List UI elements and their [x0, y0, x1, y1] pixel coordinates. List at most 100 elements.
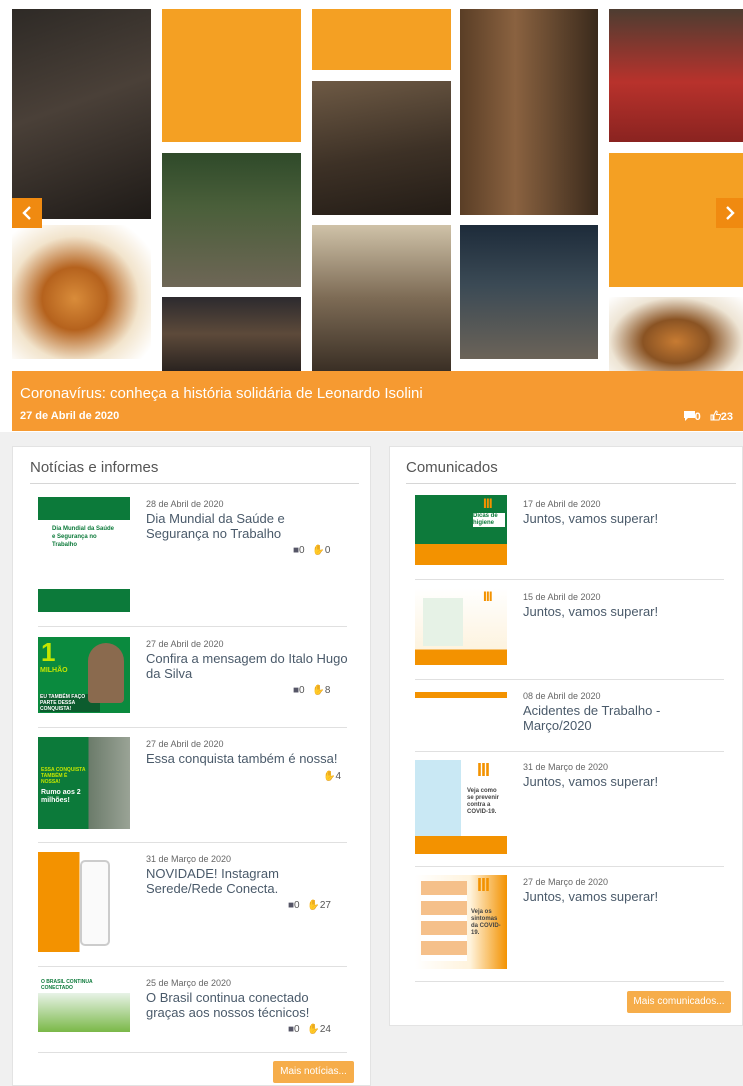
announcement-date: 08 de Abril de 2020 — [523, 691, 601, 701]
person-figure — [88, 643, 124, 703]
carousel-next-button[interactable] — [716, 198, 743, 228]
hero-photo — [312, 225, 451, 371]
hero-photo — [12, 225, 151, 359]
brand-bars: III — [483, 588, 493, 604]
thumbnail-text: Rumo aos 2 milhões! — [41, 789, 81, 804]
thumbnail-text: ESSA CONQUISTA TAMBÉM É NOSSA! — [41, 767, 86, 785]
thumbs-up-icon: ✋ — [307, 1024, 320, 1035]
hero-tile — [312, 9, 451, 70]
news-panel-title: Notícias e informes — [30, 459, 159, 476]
announcement-date: 31 de Março de 2020 — [523, 762, 609, 772]
news-title[interactable]: Confira a mensagem do Italo Hugo da Silv… — [146, 651, 351, 681]
news-title[interactable]: Dia Mundial da Saúde e Segurança no Trab… — [146, 511, 346, 541]
illustration — [423, 598, 463, 646]
hero-photo — [162, 153, 301, 287]
news-thumbnail[interactable]: 1 MILHÃO EU TAMBÉM FAÇO PARTE DESSA CONQ… — [38, 637, 130, 713]
divider — [38, 727, 347, 728]
hero-date: 27 de Abril de 2020 — [20, 410, 120, 422]
thumbs-up-icon: ✋ — [312, 685, 325, 696]
brand-bars: III — [483, 495, 493, 511]
announcement-date: 27 de Março de 2020 — [523, 877, 609, 887]
divider — [415, 866, 724, 867]
thumbnail-text: 1 — [41, 637, 56, 667]
thumbnail-text: MILHÃO — [40, 667, 68, 674]
more-announcements-button[interactable]: Mais comunicados... — [627, 991, 731, 1013]
divider — [415, 679, 724, 680]
brand-bars: III — [477, 875, 490, 895]
news-thumbnail[interactable]: Dia Mundial da Saúde e Segurança no Trab… — [38, 497, 130, 612]
thumbs-up-icon: ✋ — [307, 900, 320, 911]
hero-carousel[interactable]: Coronavírus: conheça a história solidári… — [0, 0, 743, 432]
hero-caption[interactable]: Coronavírus: conheça a história solidári… — [12, 371, 743, 431]
announcement-title[interactable]: Acidentes de Trabalho - Março/2020 — [523, 703, 673, 733]
news-title[interactable]: O Brasil continua conectado graças aos n… — [146, 990, 346, 1020]
divider — [38, 626, 347, 627]
announcement-title[interactable]: Juntos, vamos superar! — [523, 889, 723, 904]
announcement-title[interactable]: Juntos, vamos superar! — [523, 511, 723, 526]
news-thumbnail[interactable]: ESSA CONQUISTA TAMBÉM É NOSSA! Rumo aos … — [38, 737, 130, 829]
thumbs-up-icon: ✋ — [312, 545, 325, 556]
announcement-thumbnail[interactable]: III — [415, 588, 507, 665]
likes-count: 27 — [319, 900, 331, 911]
chevron-left-icon — [22, 206, 31, 220]
news-stats: ■0 ✋8 — [293, 685, 330, 696]
announcements-panel-title: Comunicados — [406, 459, 498, 476]
thumbs-up-icon — [710, 410, 721, 421]
carousel-prev-button[interactable] — [12, 198, 42, 228]
announcement-thumbnail[interactable]: III Veja como se prevenir contra a COVID… — [415, 760, 507, 854]
likes-count: 4 — [335, 771, 342, 782]
divider — [38, 1052, 347, 1053]
comments-count: 0 — [294, 1024, 300, 1035]
thumbnail-text: Dicas de higiene — [473, 513, 505, 527]
news-thumbnail[interactable] — [38, 852, 130, 952]
hero-comments-count: 0 — [694, 411, 701, 423]
chevron-right-icon — [725, 206, 735, 220]
illustration — [421, 881, 467, 961]
thumbnail-text: O BRASIL CONTINUA CONECTADO — [41, 979, 93, 991]
likes-count: 8 — [324, 685, 331, 696]
announcement-thumbnail[interactable] — [415, 692, 507, 698]
announcement-title[interactable]: Juntos, vamos superar! — [523, 604, 723, 619]
divider — [415, 579, 724, 580]
hero-tile — [162, 9, 301, 142]
news-date: 27 de Abril de 2020 — [146, 739, 224, 749]
news-stats: ■0 ✋24 — [288, 1024, 331, 1035]
brand-bars: III — [477, 760, 490, 780]
news-title[interactable]: NOVIDADE! Instagram Serede/Rede Conecta. — [146, 866, 346, 896]
announcements-panel: Comunicados III Dicas de higiene 17 de A… — [389, 446, 743, 1026]
thumbnail-text: Veja como se prevenir contra a COVID-19. — [467, 788, 500, 815]
announcement-thumbnail[interactable]: III Dicas de higiene — [415, 495, 507, 565]
likes-count: 24 — [319, 1024, 331, 1035]
news-stats: ■0 ✋27 — [288, 900, 331, 911]
thumbnail-text: Veja os sintomas da COVID-19. — [471, 909, 501, 936]
announcement-date: 15 de Abril de 2020 — [523, 592, 601, 602]
news-date: 25 de Março de 2020 — [146, 978, 232, 988]
footer-band — [415, 836, 507, 854]
hero-title[interactable]: Coronavírus: conheça a história solidári… — [20, 385, 423, 402]
hero-photo — [609, 297, 743, 371]
comments-count: 0 — [299, 545, 305, 556]
comment-icon — [683, 411, 695, 421]
news-panel: Notícias e informes Dia Mundial da Saúde… — [12, 446, 371, 1086]
news-title[interactable]: Essa conquista também é nossa! — [146, 751, 356, 766]
comments-count: 0 — [299, 685, 305, 696]
divider — [415, 981, 724, 982]
news-stats: ✋4 — [323, 771, 341, 782]
announcement-date: 17 de Abril de 2020 — [523, 499, 601, 509]
divider — [38, 966, 347, 967]
news-thumbnail[interactable]: O BRASIL CONTINUA CONECTADO — [38, 976, 130, 1032]
news-date: 27 de Abril de 2020 — [146, 639, 224, 649]
thumbs-up-icon: ✋ — [323, 771, 336, 782]
announcement-title[interactable]: Juntos, vamos superar! — [523, 774, 723, 789]
comments-count: 0 — [294, 900, 300, 911]
announcement-thumbnail[interactable]: III Veja os sintomas da COVID-19. — [415, 875, 507, 969]
divider — [406, 483, 736, 484]
thumbnail-text: Dia Mundial da Saúde e Segurança no Trab… — [52, 526, 115, 548]
hero-likes-count: 23 — [720, 411, 733, 423]
hero-stats: 0 23 — [683, 410, 733, 423]
likes-count: 0 — [324, 545, 331, 556]
hero-photo — [609, 9, 743, 142]
news-date: 31 de Março de 2020 — [146, 854, 232, 864]
hero-photo — [460, 9, 598, 215]
hero-photo — [12, 9, 151, 219]
